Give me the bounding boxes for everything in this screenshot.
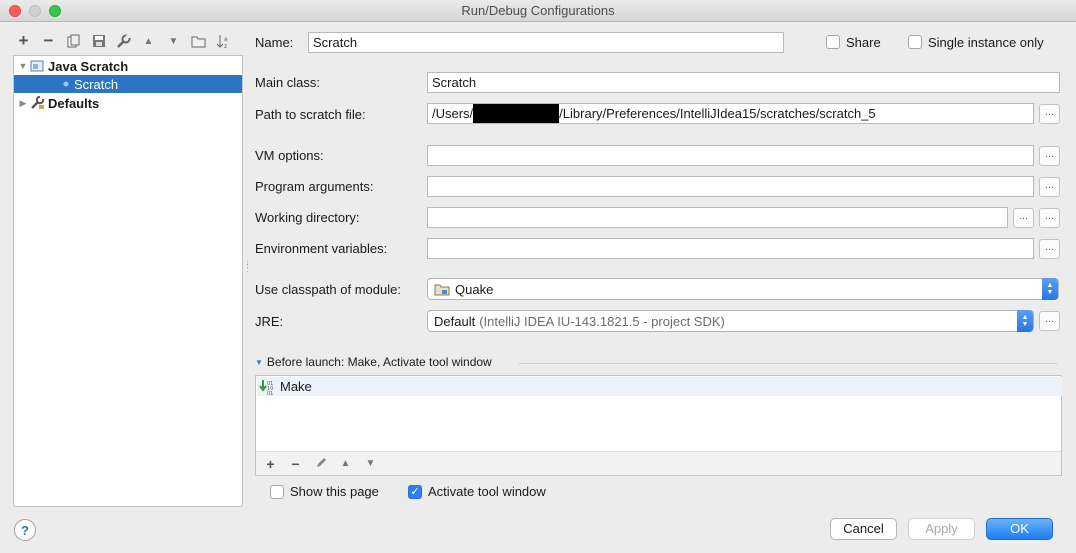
java-scratch-icon (30, 59, 46, 73)
make-icon: 01 10 01 (259, 379, 273, 395)
save-icon (92, 35, 105, 47)
before-launch-toolbar: + − ▲ ▼ (256, 451, 1061, 475)
classpath-module-select[interactable]: Quake ▲ ▼ (427, 278, 1059, 300)
sort-configs-button[interactable]: az (214, 31, 233, 51)
apply-button[interactable]: Apply (908, 518, 975, 540)
tree-item-defaults[interactable]: ▶ Defaults (14, 94, 242, 112)
sort-icon: az (216, 34, 228, 49)
svg-text:a: a (224, 36, 228, 43)
minus-icon: − (43, 31, 54, 50)
move-down-button[interactable]: ▼ (164, 31, 183, 51)
program-args-label: Program arguments: (255, 179, 374, 194)
edit-env-vars-button[interactable]: ... (1039, 239, 1060, 259)
program-args-field[interactable] (427, 176, 1034, 197)
expand-vm-options-button[interactable]: ... (1039, 146, 1060, 166)
main-class-field[interactable]: Scratch (427, 72, 1060, 93)
macro-working-dir-button[interactable]: ... (1013, 208, 1034, 228)
show-page-label: Show this page (290, 484, 379, 499)
path-prefix: /Users/ (432, 105, 474, 121)
wrench-icon (30, 96, 46, 110)
tree-item-label: Defaults (48, 95, 100, 111)
copy-config-button[interactable] (64, 31, 83, 51)
single-instance-label: Single instance only (928, 35, 1044, 50)
folder-icon (191, 36, 206, 47)
tree-item-java-scratch[interactable]: ▼ Java Scratch (14, 57, 242, 75)
help-button[interactable]: ? (14, 519, 36, 541)
expand-arrow-icon[interactable]: ▼ (16, 61, 30, 71)
activate-tool-window-label: Activate tool window (428, 484, 546, 499)
share-checkbox[interactable] (826, 35, 840, 49)
list-item-label: Make (280, 379, 312, 394)
show-page-checkbox[interactable] (270, 485, 284, 499)
tree-item-label: Java Scratch (48, 58, 129, 74)
working-dir-label: Working directory: (255, 210, 360, 225)
jre-select[interactable]: Default (IntelliJ IDEA IU-143.1821.5 - p… (427, 310, 1034, 332)
tree-item-scratch[interactable]: Scratch (14, 75, 242, 93)
classpath-label: Use classpath of module: (255, 282, 401, 297)
config-tree: ▼ Java Scratch Scratch ▶ Defaults (13, 55, 243, 507)
expand-program-args-button[interactable]: ... (1039, 177, 1060, 197)
jre-value: Default (434, 313, 476, 329)
section-divider (518, 363, 1058, 364)
plus-icon[interactable]: + (262, 456, 279, 472)
arrow-up-icon: ▲ (143, 35, 154, 47)
browse-path-button[interactable]: ... (1039, 104, 1060, 124)
arrow-down-icon: ▼ (168, 35, 179, 47)
module-folder-icon (434, 284, 450, 295)
chevron-updown-icon: ▲ ▼ (1017, 310, 1033, 332)
working-dir-field[interactable] (427, 207, 1008, 228)
vm-options-label: VM options: (255, 148, 324, 163)
splitter-handle[interactable]: ⋮ ⋮ (243, 260, 252, 273)
arrow-up-icon[interactable]: ▲ (337, 458, 354, 469)
before-launch-title: Before launch: Make, Activate tool windo… (266, 355, 492, 369)
minus-icon[interactable]: − (287, 456, 304, 472)
save-config-button[interactable] (89, 31, 108, 51)
jre-detail: (IntelliJ IDEA IU-143.1821.5 - project S… (479, 313, 725, 329)
collapse-arrow-icon[interactable]: ▶ (16, 98, 30, 109)
name-field[interactable]: Scratch (308, 32, 784, 53)
add-config-button[interactable]: + (14, 31, 33, 51)
move-up-button[interactable]: ▲ (139, 31, 158, 51)
cancel-button[interactable]: Cancel (830, 518, 897, 540)
copy-icon (67, 34, 79, 47)
before-launch-header[interactable]: ▼ Before launch: Make, Activate tool win… (255, 355, 492, 369)
jre-label: JRE: (255, 314, 284, 329)
list-item[interactable]: 01 10 01 Make (257, 377, 1062, 396)
wrench-icon (117, 34, 131, 48)
create-folder-button[interactable] (189, 31, 208, 51)
remove-config-button[interactable]: − (39, 31, 58, 51)
browse-working-dir-button[interactable]: ... (1039, 208, 1060, 228)
config-toolbar: + − ▲ ▼ az (14, 30, 233, 52)
tree-item-label: Scratch (74, 76, 119, 92)
name-label: Name: (255, 35, 294, 50)
svg-text:01: 01 (267, 391, 273, 395)
chevron-updown-icon: ▲ ▼ (1042, 278, 1058, 300)
path-suffix: /Library/Preferences/IntelliJIdea15/scra… (559, 105, 876, 121)
main-class-label: Main class: (255, 75, 321, 90)
pencil-icon[interactable] (312, 456, 329, 472)
redacted-username (473, 104, 560, 123)
path-field[interactable]: /Users/ /Library/Preferences/IntelliJIdea… (427, 103, 1034, 124)
collapse-triangle-icon: ▼ (255, 357, 263, 367)
ok-button[interactable]: OK (986, 518, 1053, 540)
arrow-down-icon[interactable]: ▼ (362, 458, 379, 469)
share-label: Share (846, 35, 881, 50)
checkmark-icon: ✓ (410, 486, 420, 498)
vm-options-field[interactable] (427, 145, 1034, 166)
window-title: Run/Debug Configurations (461, 3, 615, 18)
browse-jre-button[interactable]: ... (1039, 311, 1060, 331)
title-bar: Run/Debug Configurations (0, 0, 1076, 22)
classpath-module-value: Quake (455, 281, 494, 297)
single-instance-checkbox[interactable] (908, 35, 922, 49)
svg-text:z: z (224, 43, 227, 49)
activate-tool-window-checkbox[interactable]: ✓ (408, 485, 422, 499)
edit-defaults-button[interactable] (114, 31, 133, 51)
env-vars-label: Environment variables: (255, 241, 388, 256)
path-label: Path to scratch file: (255, 107, 366, 122)
env-vars-field[interactable] (427, 238, 1034, 259)
plus-icon: + (18, 31, 29, 50)
scratch-config-icon (62, 77, 72, 91)
